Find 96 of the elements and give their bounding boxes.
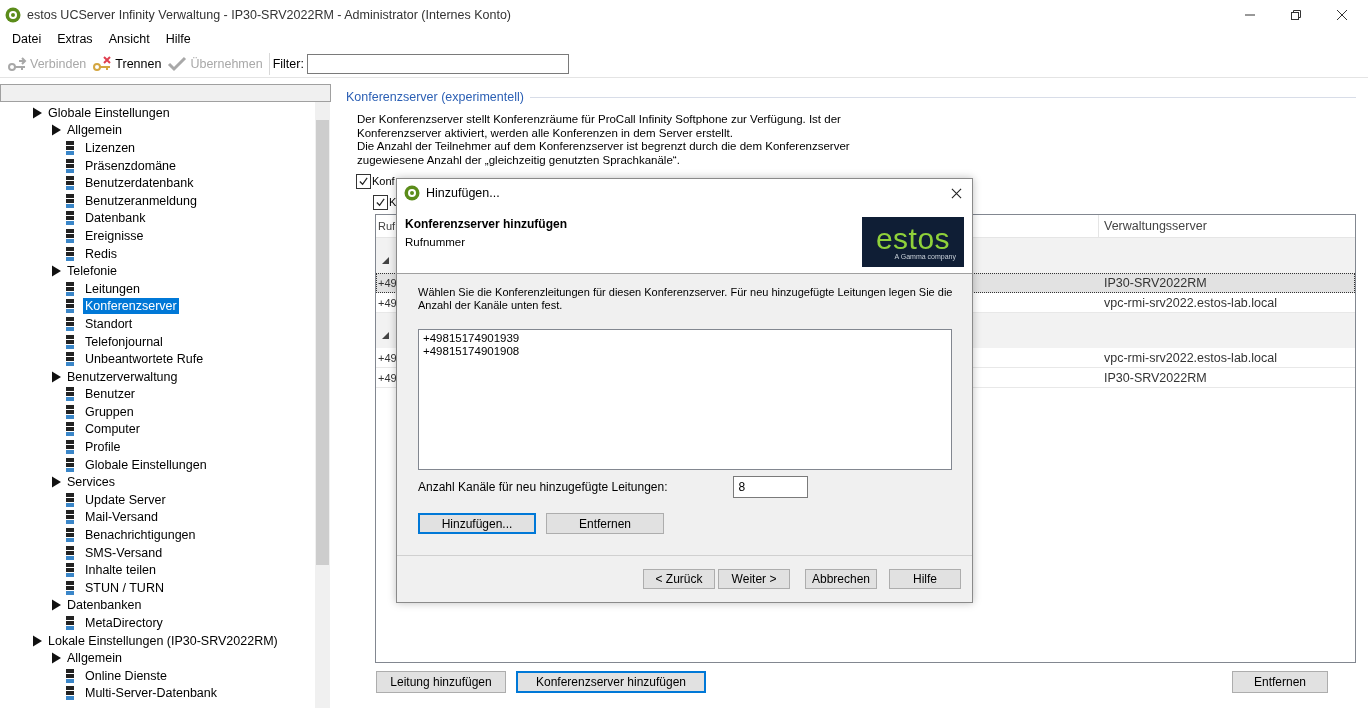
tree-item[interactable]: Online Dienste [83, 667, 169, 684]
menu-item[interactable]: Ansicht [100, 32, 158, 46]
tree-item[interactable]: Computer [83, 421, 142, 438]
key-arrow-icon [7, 56, 27, 72]
lines-list[interactable]: +49815174901939 +49815174901908 [418, 329, 952, 470]
tree-item[interactable]: Allgemein [65, 650, 124, 667]
tree-item[interactable]: Lokale Einstellungen (IP30-SRV2022RM) [46, 632, 280, 649]
list-item[interactable]: +49815174901908 [423, 345, 947, 358]
scrollbar[interactable] [315, 102, 330, 708]
tree-item[interactable]: Services [65, 474, 117, 491]
action-button[interactable]: Konferenzserver hinzufügen [516, 671, 706, 693]
dialog-heading: Konferenzserver hinzufügen [405, 217, 568, 231]
table-cell-text: vpc-rmi-srv2022.estos-lab.local [1103, 350, 1278, 365]
description-text: Der Konferenzserver stellt Konferenzräume für ProCall Infinity Softphone zur Verfügung. Ist der Konferenzserver aktiviert, werden alle Konferenzen in dem Server erstellt. [357, 113, 842, 140]
description-text: Die Anzahl der Teilnehmer auf dem Konferenzserver ist begrenzt durch die dem Konferenzserver zugewiesene Anzahl der „gleichzeitig genutzten Sprachkanäle“. [357, 140, 851, 167]
dialog-button[interactable]: Abbrechen [805, 569, 877, 589]
expand-triangle-icon[interactable] [52, 370, 61, 383]
tree-item[interactable]: Ereignisse [83, 227, 146, 244]
menu-item[interactable]: Datei [4, 32, 50, 46]
tree-item[interactable]: Standort [83, 315, 135, 332]
menu-item[interactable]: Hilfe [157, 32, 199, 46]
tree-item[interactable]: Leitungen [83, 280, 142, 297]
action-button[interactable]: Leitung hinzufügen [376, 671, 506, 693]
instruction-text: Wählen Sie die Konferenzleitungen für diesen Konferenzserver. Für neu hinzugefügte Leitungen legen Sie die Anzahl der Kanäle unten fest. [418, 286, 954, 312]
tree-item[interactable]: Benutzeranmeldung [83, 192, 199, 209]
dialog-title: Hinzufügen... [426, 186, 500, 200]
expand-triangle-icon[interactable] [33, 106, 42, 119]
tree-item[interactable]: Multi-Server-Datenbank [83, 685, 219, 702]
table-cell: +49 [378, 371, 397, 384]
tree-item[interactable]: Gruppen [83, 403, 136, 420]
expand-triangle-icon[interactable] [52, 476, 61, 489]
close-icon[interactable] [951, 187, 962, 199]
tree-item[interactable]: STUN / TURN [83, 579, 166, 596]
gear-icon [5, 7, 21, 23]
section-title: Konferenzserver (experimentell) [346, 90, 524, 104]
channels-label: Anzahl Kanäle für neu hinzugefügte Leitungen: [418, 480, 668, 494]
logo-text: estos [875, 224, 951, 253]
dialog-subheading: Rufnummer [405, 236, 467, 248]
tree-item[interactable]: Datenbank [83, 210, 148, 227]
tree-item[interactable]: Mail-Versand [83, 509, 160, 526]
tree-item[interactable]: Globale Einstellungen [83, 456, 209, 473]
restore-icon[interactable] [1290, 9, 1302, 21]
tree-item[interactable]: Globale Einstellungen [46, 104, 172, 121]
collapse-triangle-icon[interactable] [382, 257, 389, 264]
channels-field[interactable]: 8 [732, 476, 808, 498]
checkmark-icon [167, 56, 188, 72]
column-header[interactable]: Verwaltungsserver [1098, 215, 1355, 237]
tree-item[interactable]: Benutzer [83, 386, 138, 403]
checkbox-label: Konf [372, 175, 395, 187]
expand-triangle-icon[interactable] [52, 599, 61, 612]
table-cell-text: IP30-SRV2022RM [1103, 370, 1208, 385]
table-cell-text: IP30-SRV2022RM [1103, 275, 1208, 290]
collapse-triangle-icon[interactable] [382, 332, 389, 339]
dialog-button[interactable]: Hilfe [889, 569, 961, 589]
tree-item[interactable]: Benutzerverwaltung [65, 368, 180, 385]
table-cell: +49 [378, 276, 397, 289]
action-button[interactable]: Entfernen [1232, 671, 1328, 693]
checkbox[interactable] [373, 194, 388, 210]
expand-triangle-icon[interactable] [52, 124, 61, 137]
tree-item[interactable]: Lizenzen [83, 140, 138, 156]
toolbar-button[interactable]: Trennen [89, 54, 165, 74]
dialog-button[interactable]: Entfernen [546, 513, 664, 534]
tree-item[interactable]: MetaDirectory [83, 615, 165, 631]
filter-field[interactable] [306, 54, 569, 74]
dialog-button[interactable]: Weiter > [718, 569, 790, 589]
tree-item[interactable]: Benachrichtigungen [83, 527, 198, 544]
checkbox[interactable] [356, 173, 371, 189]
dialog-button[interactable]: Hinzufügen... [418, 513, 536, 534]
table-cell: +49 [378, 296, 397, 309]
table-cell-text: vpc-rmi-srv2022.estos-lab.local [1103, 295, 1278, 310]
list-item[interactable]: +49815174901939 [423, 332, 947, 345]
tree-item[interactable]: Profile [83, 439, 123, 456]
table-cell: +49 [378, 351, 397, 364]
tree-item[interactable]: Telefonjournal [83, 333, 165, 350]
tree-item[interactable]: Präsenzdomäne [83, 157, 179, 174]
dialog-button[interactable]: < Zurück [643, 569, 715, 589]
window-title: estos UCServer Infinity Verwaltung - IP30-SRV2022RM - Administrator (Internes Konto) [27, 8, 511, 22]
filter-label: Filter: [272, 57, 304, 71]
tree-item[interactable]: Konferenzserver [83, 298, 179, 315]
tree-item[interactable]: Allgemein [65, 122, 124, 139]
close-icon[interactable] [1336, 9, 1348, 21]
checkbox-label: K [389, 196, 397, 208]
tree-item[interactable]: Inhalte teilen [83, 562, 158, 579]
tree-item[interactable]: SMS-Versand [83, 544, 165, 561]
tree-item[interactable]: Update Server [83, 491, 168, 508]
menu-item[interactable]: Extras [49, 32, 101, 46]
tree-item[interactable]: Redis [83, 245, 119, 262]
expand-triangle-icon[interactable] [52, 265, 61, 278]
gear-icon [404, 185, 420, 201]
key-cross-icon [92, 56, 113, 72]
expand-triangle-icon[interactable] [52, 652, 61, 665]
tree-item[interactable]: Datenbanken [65, 597, 144, 614]
tree-item[interactable]: Unbeantwortete Rufe [83, 351, 206, 368]
tree-item[interactable]: Telefonie [65, 263, 120, 280]
tree-item[interactable]: Benutzerdatenbank [83, 175, 196, 192]
expand-triangle-icon[interactable] [33, 634, 42, 647]
